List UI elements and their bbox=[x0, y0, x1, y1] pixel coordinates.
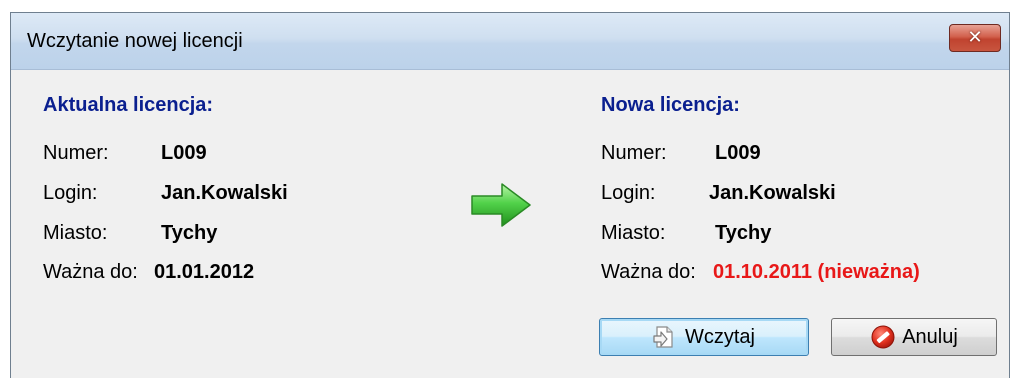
current-login-value: Jan.Kowalski bbox=[161, 182, 288, 204]
dialog-window: Wczytanie nowej licencji ✕ Aktualna lice… bbox=[10, 12, 1010, 378]
close-icon: ✕ bbox=[967, 27, 983, 48]
new-license-heading: Nowa licencja: bbox=[601, 94, 740, 116]
cancel-button[interactable]: Anuluj bbox=[831, 318, 997, 356]
new-number-label: Numer: bbox=[601, 142, 667, 164]
close-button[interactable]: ✕ bbox=[949, 24, 1001, 52]
current-license-heading: Aktualna licencja: bbox=[43, 94, 214, 116]
load-button-label: Wczytaj bbox=[685, 325, 755, 348]
title-bar[interactable]: Wczytanie nowej licencji ✕ bbox=[11, 13, 1009, 70]
window-title: Wczytanie nowej licencji bbox=[27, 30, 243, 52]
green-arrow-right-icon bbox=[471, 183, 531, 227]
import-icon bbox=[653, 326, 673, 348]
current-city-label: Miasto: bbox=[43, 222, 108, 244]
cancel-icon bbox=[871, 325, 895, 349]
new-login-label: Login: bbox=[601, 182, 656, 204]
current-login-label: Login: bbox=[43, 182, 98, 204]
new-valid-value: 01.10.2011 (nieważna) bbox=[713, 261, 920, 283]
current-city-value: Tychy bbox=[161, 222, 218, 244]
current-number-label: Numer: bbox=[43, 142, 109, 164]
new-number-value: L009 bbox=[715, 142, 761, 164]
load-button[interactable]: Wczytaj bbox=[599, 318, 809, 356]
current-number-value: L009 bbox=[161, 142, 207, 164]
new-city-label: Miasto: bbox=[601, 222, 666, 244]
current-valid-label: Ważna do: bbox=[43, 261, 138, 283]
new-city-value: Tychy bbox=[715, 222, 772, 244]
new-valid-label: Ważna do: bbox=[601, 261, 696, 283]
new-login-value: Jan.Kowalski bbox=[709, 182, 836, 204]
cancel-button-label: Anuluj bbox=[902, 325, 958, 348]
current-valid-value: 01.01.2012 bbox=[154, 261, 255, 283]
dialog-content: Aktualna licencja: Numer: L009 Login: Ja… bbox=[11, 70, 1009, 378]
